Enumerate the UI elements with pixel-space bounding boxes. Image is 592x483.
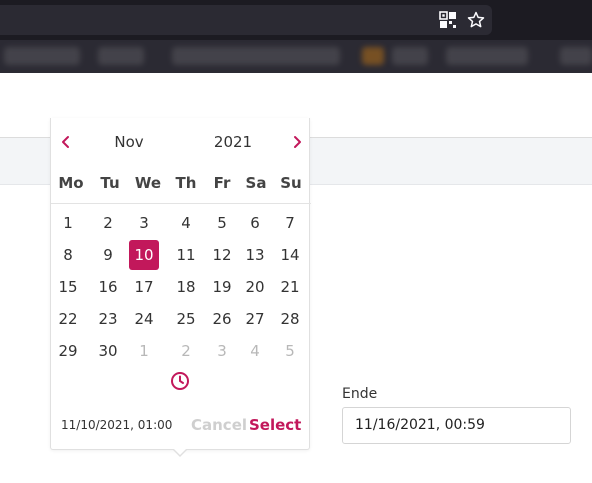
- calendar-day[interactable]: 19: [205, 272, 239, 302]
- calendar-day[interactable]: 14: [273, 240, 307, 270]
- calendar-day-next-month[interactable]: 1: [127, 336, 161, 366]
- divider: [51, 203, 311, 204]
- qr-code-icon[interactable]: [439, 11, 457, 29]
- year-select[interactable]: 2021: [201, 132, 265, 152]
- weekday-label: Fr: [213, 174, 231, 192]
- calendar-day[interactable]: 29: [51, 336, 85, 366]
- end-date-label: Ende: [342, 386, 378, 402]
- clock-icon[interactable]: [170, 371, 190, 391]
- weekday-label: Mo: [58, 174, 84, 192]
- calendar-day[interactable]: 9: [91, 240, 125, 270]
- popup-caret: [172, 448, 188, 457]
- weekday-label: Sa: [245, 174, 267, 192]
- bookmark-item[interactable]: [172, 47, 340, 65]
- bookmark-item[interactable]: [98, 47, 144, 65]
- calendar-day[interactable]: 22: [51, 304, 85, 334]
- calendar-day[interactable]: 5: [205, 208, 239, 238]
- chevron-right-icon[interactable]: [287, 132, 307, 152]
- month-select[interactable]: Nov: [97, 132, 161, 152]
- bookmark-favicon[interactable]: [362, 47, 384, 65]
- weekday-label: Tu: [100, 174, 120, 192]
- selected-datetime: 11/10/2021, 01:00: [61, 418, 173, 432]
- chevron-left-icon[interactable]: [56, 132, 76, 152]
- calendar-day[interactable]: 8: [51, 240, 85, 270]
- weekday-label: Su: [280, 174, 302, 192]
- calendar-week: 8 9 10 11 12 13 14: [51, 240, 311, 272]
- select-button[interactable]: Select: [249, 416, 301, 434]
- bookmark-item[interactable]: [392, 47, 428, 65]
- calendar-day[interactable]: 4: [169, 208, 203, 238]
- calendar-day[interactable]: 6: [238, 208, 272, 238]
- calendar-day[interactable]: 17: [127, 272, 161, 302]
- bookmark-item[interactable]: [560, 47, 592, 65]
- bookmark-star-icon[interactable]: [467, 11, 485, 29]
- calendar-day[interactable]: 3: [127, 208, 161, 238]
- calendar-day-next-month[interactable]: 2: [169, 336, 203, 366]
- calendar-day[interactable]: 26: [205, 304, 239, 334]
- calendar-week: 1 2 3 4 5 6 7: [51, 208, 311, 240]
- url-bar[interactable]: [0, 5, 492, 35]
- calendar-day[interactable]: 15: [51, 272, 85, 302]
- bookmark-item[interactable]: [446, 47, 528, 65]
- calendar-day[interactable]: 13: [238, 240, 272, 270]
- calendar-day[interactable]: 23: [91, 304, 125, 334]
- weekday-label: Th: [175, 174, 197, 192]
- calendar-day-selected[interactable]: 10: [129, 240, 159, 270]
- calendar-day-next-month[interactable]: 3: [205, 336, 239, 366]
- calendar-day[interactable]: 2: [91, 208, 125, 238]
- calendar-week: 29 30 1 2 3 4 5: [51, 336, 311, 368]
- calendar-week: 15 16 17 18 19 20 21: [51, 272, 311, 304]
- calendar-day[interactable]: 11: [169, 240, 203, 270]
- calendar-week: 22 23 24 25 26 27 28: [51, 304, 311, 336]
- calendar-day[interactable]: 27: [238, 304, 272, 334]
- calendar-day-next-month[interactable]: 4: [238, 336, 272, 366]
- calendar-day[interactable]: 28: [273, 304, 307, 334]
- end-date-input[interactable]: 11/16/2021, 00:59: [342, 407, 571, 444]
- bookmark-item[interactable]: [4, 47, 80, 65]
- weekday-header: Mo Tu We Th Fr Sa Su: [51, 168, 311, 200]
- calendar-grid: Mo Tu We Th Fr Sa Su 1 2 3 4 5 6 7 8 9 1…: [51, 168, 311, 368]
- calendar-day[interactable]: 24: [127, 304, 161, 334]
- calendar-day-next-month[interactable]: 5: [273, 336, 307, 366]
- weekday-label: We: [134, 174, 162, 192]
- calendar-day[interactable]: 25: [169, 304, 203, 334]
- calendar-day[interactable]: 18: [169, 272, 203, 302]
- cancel-button[interactable]: Cancel: [191, 416, 247, 434]
- calendar-day[interactable]: 1: [51, 208, 85, 238]
- calendar-day[interactable]: 12: [205, 240, 239, 270]
- calendar-day[interactable]: 20: [238, 272, 272, 302]
- calendar-day[interactable]: 21: [273, 272, 307, 302]
- calendar-day[interactable]: 16: [91, 272, 125, 302]
- calendar-day[interactable]: 30: [91, 336, 125, 366]
- datepicker-popup: Nov 2021 Mo Tu We Th Fr Sa Su 1 2 3 4 5 …: [50, 118, 311, 450]
- calendar-day[interactable]: 7: [273, 208, 307, 238]
